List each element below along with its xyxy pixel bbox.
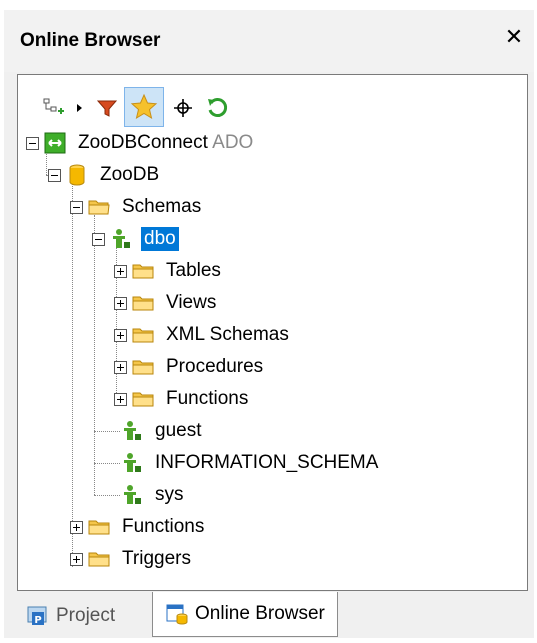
tree-item-tables[interactable]: Tables xyxy=(114,255,224,287)
expand-toggle[interactable] xyxy=(114,296,127,310)
expand-toggle[interactable] xyxy=(114,328,127,342)
locate-icon xyxy=(174,99,192,117)
tree-item-information-schema[interactable]: INFORMATION_SCHEMA xyxy=(116,447,381,479)
add-datasource-icon xyxy=(43,98,64,114)
refresh-icon xyxy=(208,98,228,117)
expand-toggle[interactable] xyxy=(70,520,83,534)
locate-button[interactable] xyxy=(168,93,198,123)
tree-item-dbo[interactable]: dbo xyxy=(92,223,179,255)
connection-icon xyxy=(44,132,66,154)
folder-icon xyxy=(132,264,154,279)
online-browser-window: Online Browser ✕ ZooDBConnect ADO ZooDB … xyxy=(4,10,534,638)
folder-icon xyxy=(88,552,110,567)
expand-toggle[interactable] xyxy=(114,392,127,406)
schema-user-icon xyxy=(113,229,130,248)
folder-icon xyxy=(88,520,110,535)
svg-text:P: P xyxy=(34,615,41,626)
schemas-label: Schemas xyxy=(122,196,202,217)
filter-icon xyxy=(96,100,118,117)
tree-item-views[interactable]: Views xyxy=(114,287,219,319)
tree-item-procedures[interactable]: Procedures xyxy=(114,351,266,383)
information-schema-label: INFORMATION_SCHEMA xyxy=(155,452,379,473)
window-title: Online Browser xyxy=(20,30,161,51)
triggers-label: Triggers xyxy=(122,548,191,569)
schema-user-icon xyxy=(124,421,141,440)
sys-label: sys xyxy=(155,484,184,505)
tables-label: Tables xyxy=(166,260,221,281)
tree-item-database[interactable]: ZooDB xyxy=(48,159,162,191)
favorites-button[interactable] xyxy=(124,87,164,127)
filter-button[interactable] xyxy=(92,93,122,123)
connection-type: ADO xyxy=(212,132,254,153)
refresh-button[interactable] xyxy=(202,93,232,123)
tab-online-browser-label: Online Browser xyxy=(195,603,325,624)
close-button[interactable]: ✕ xyxy=(500,24,528,52)
folder-icon xyxy=(132,296,154,311)
collapse-toggle[interactable] xyxy=(70,200,83,214)
favorites-star-icon xyxy=(130,93,158,120)
folder-icon xyxy=(132,392,154,407)
schema-user-icon xyxy=(124,453,141,472)
guest-label: guest xyxy=(155,420,202,441)
tab-online-browser[interactable]: Online Browser xyxy=(152,592,338,637)
collapse-toggle[interactable] xyxy=(26,136,39,150)
views-label: Views xyxy=(166,292,217,313)
tree-item-triggers[interactable]: Triggers xyxy=(70,543,194,575)
procedures-label: Procedures xyxy=(166,356,264,377)
folder-icon xyxy=(132,328,154,343)
tab-project-label: Project xyxy=(56,605,116,626)
add-datasource-button[interactable] xyxy=(38,93,68,123)
connection-name: ZooDBConnect xyxy=(78,132,208,153)
title-bar: Online Browser ✕ xyxy=(4,10,534,72)
browser-panel: ZooDBConnect ADO ZooDB Schemas dbo Table… xyxy=(17,74,528,591)
tree-item-xml-schemas[interactable]: XML Schemas xyxy=(114,319,292,351)
folder-icon xyxy=(132,360,154,375)
database-label: ZooDB xyxy=(100,164,160,185)
database-icon xyxy=(69,164,85,186)
folder-open-icon xyxy=(88,200,110,215)
dbo-label: dbo xyxy=(141,227,179,251)
toolbar xyxy=(38,87,338,127)
online-browser-icon xyxy=(166,604,188,625)
caret-right-icon xyxy=(77,104,82,112)
tree-item-schemas[interactable]: Schemas xyxy=(70,191,204,223)
dropdown-arrow-button[interactable] xyxy=(72,93,88,123)
tree-item-guest[interactable]: guest xyxy=(116,415,204,447)
tree-item-sys[interactable]: sys xyxy=(116,479,187,511)
functions-label: Functions xyxy=(122,516,205,537)
collapse-toggle[interactable] xyxy=(48,168,61,182)
tree-item-functions[interactable]: Functions xyxy=(70,511,207,543)
expand-toggle[interactable] xyxy=(70,552,83,566)
expand-toggle[interactable] xyxy=(114,264,127,278)
xml-schemas-label: XML Schemas xyxy=(166,324,289,345)
project-icon: P xyxy=(27,606,47,626)
database-tree: ZooDBConnect ADO ZooDB Schemas dbo Table… xyxy=(18,127,527,577)
collapse-toggle[interactable] xyxy=(92,232,105,246)
tab-project[interactable]: P Project xyxy=(26,596,115,636)
dbo-functions-label: Functions xyxy=(166,388,249,409)
tree-item-dbo-functions[interactable]: Functions xyxy=(114,383,251,415)
bottom-tabs: P Project Online Browser xyxy=(4,590,534,638)
tree-item-connection[interactable]: ZooDBConnect ADO xyxy=(26,127,256,159)
expand-toggle[interactable] xyxy=(114,360,127,374)
schema-user-icon xyxy=(124,485,141,504)
